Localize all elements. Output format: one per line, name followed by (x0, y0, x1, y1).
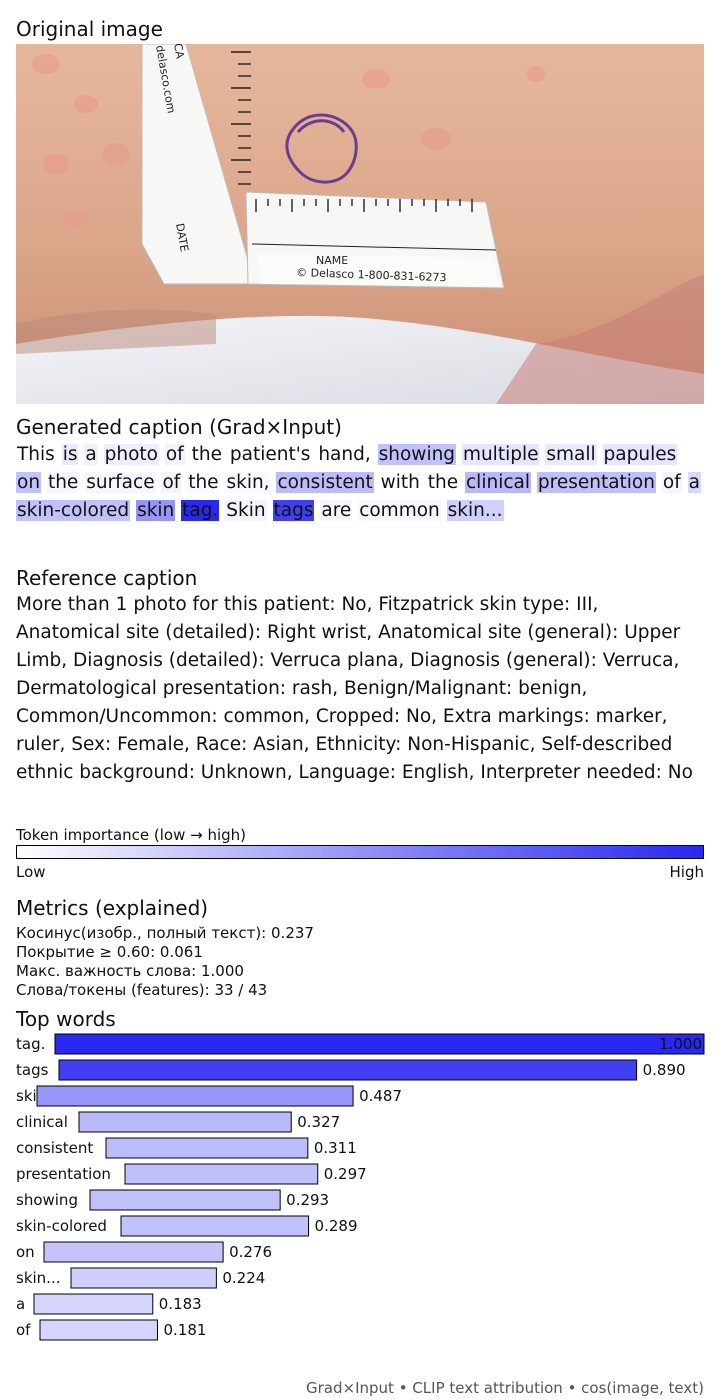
caption-token: tags (272, 500, 315, 521)
bar (78, 1111, 292, 1133)
bar-category-label: skin... (16, 1269, 60, 1287)
caption-token: skin-colored (16, 500, 131, 521)
caption-token: tag. (181, 500, 220, 521)
bar-value-label: 1.000 (659, 1035, 702, 1053)
bar-category-label: of (16, 1321, 31, 1339)
metric-cosine: Косинус(изобр., полный текст): 0.237 (16, 924, 314, 942)
caption-token: of (661, 472, 682, 493)
bar (70, 1267, 217, 1289)
caption-token: showing (377, 444, 457, 465)
generated-caption-heading: Generated caption (Grad×Input) (16, 415, 342, 439)
bar (43, 1241, 224, 1263)
bar-value-label: 0.293 (286, 1191, 329, 1209)
bar-value-label: 0.289 (315, 1217, 358, 1235)
caption-token: hand, (318, 444, 371, 465)
bar-value-label: 0.276 (229, 1243, 272, 1261)
caption-token: presentation (536, 472, 656, 493)
caption-token: patient's (229, 444, 311, 465)
svg-text:NAME: NAME (316, 254, 348, 267)
caption-token: papules (602, 444, 678, 465)
caption-token: of (161, 472, 182, 493)
caption-token: clinical (465, 472, 531, 493)
caption-token: the (46, 472, 80, 493)
bar-value-label: 0.181 (163, 1321, 206, 1339)
bar-category-label: presentation (16, 1165, 111, 1183)
bar (54, 1033, 705, 1055)
caption-token: are (320, 500, 353, 521)
caption-token: the (427, 472, 459, 493)
bar-value-label: 0.487 (359, 1087, 402, 1105)
metrics-heading: Metrics (explained) (16, 896, 209, 920)
reference-caption-heading: Reference caption (16, 566, 198, 590)
caption-token: consistent (276, 472, 374, 493)
colorbar-title: Token importance (low → high) (16, 826, 247, 844)
caption-token: is (61, 444, 79, 465)
bar-value-label: 0.183 (159, 1295, 202, 1313)
bar (58, 1059, 638, 1081)
metric-coverage: Покрытие ≥ 0.60: 0.061 (16, 943, 203, 961)
original-photo: NAME © Delasco 1-800-831-6273 DATE delas… (16, 44, 704, 404)
top-words-chart: tag.tagsskinclinicalconsistentpresentati… (16, 1033, 705, 1341)
caption-token: the (187, 472, 220, 493)
bar (105, 1137, 309, 1159)
caption-token: small (545, 444, 597, 465)
bar-category-label: a (16, 1295, 25, 1313)
importance-colorbar (16, 845, 704, 859)
caption-token: with (380, 472, 420, 493)
caption-token: This (17, 444, 55, 465)
svg-text:CA: CA (171, 44, 187, 60)
caption-token: on (16, 472, 42, 493)
bar (33, 1293, 154, 1315)
bar-category-label: on (16, 1243, 35, 1261)
colorbar-high-label: High (669, 863, 704, 881)
bar-value-label: 0.311 (314, 1139, 357, 1157)
bar-category-label: consistent (16, 1139, 93, 1157)
bar-value-label: 0.890 (643, 1061, 686, 1079)
metric-word-count: Слова/токены (features): 33 / 43 (16, 981, 268, 999)
caption-token: the (191, 444, 222, 465)
colorbar-low-label: Low (16, 863, 46, 881)
bar (36, 1085, 354, 1107)
caption-token: a (84, 444, 98, 465)
caption-token: surface (85, 472, 156, 493)
bar-category-label: skin-colored (16, 1217, 107, 1235)
bar (39, 1319, 158, 1341)
caption-token: skin (136, 500, 176, 521)
caption-token: multiple (461, 444, 540, 465)
caption-token: a (687, 472, 701, 493)
caption-token: common (358, 500, 441, 521)
bar-value-label: 0.224 (222, 1269, 265, 1287)
bar-category-label: clinical (16, 1113, 68, 1131)
caption-token: skin... (446, 500, 504, 521)
footer-note: Grad×Input • CLIP text attribution • cos… (306, 1379, 704, 1397)
bar-category-label: tags (16, 1061, 49, 1079)
metrics-list: Косинус(изобр., полный текст): 0.237 Пок… (16, 924, 314, 1000)
bar-category-label: showing (16, 1191, 78, 1209)
bar (89, 1189, 281, 1211)
caption-token: of (164, 444, 185, 465)
reference-caption: More than 1 photo for this patient: No, … (16, 594, 693, 783)
bar (120, 1215, 310, 1237)
bar-value-label: 0.297 (324, 1165, 367, 1183)
top-words-heading: Top words (16, 1007, 116, 1031)
caption-token: skin, (225, 472, 271, 493)
metric-max-importance: Макс. важность слова: 1.000 (16, 962, 244, 980)
generated-caption: This is a photo of the patient's hand, s… (16, 441, 704, 525)
original-image-heading: Original image (16, 17, 163, 41)
bar-category-label: tag. (16, 1035, 45, 1053)
bar-value-label: 0.327 (297, 1113, 340, 1131)
bar (124, 1163, 319, 1185)
caption-token: photo (103, 444, 159, 465)
caption-token: Skin (225, 500, 267, 521)
